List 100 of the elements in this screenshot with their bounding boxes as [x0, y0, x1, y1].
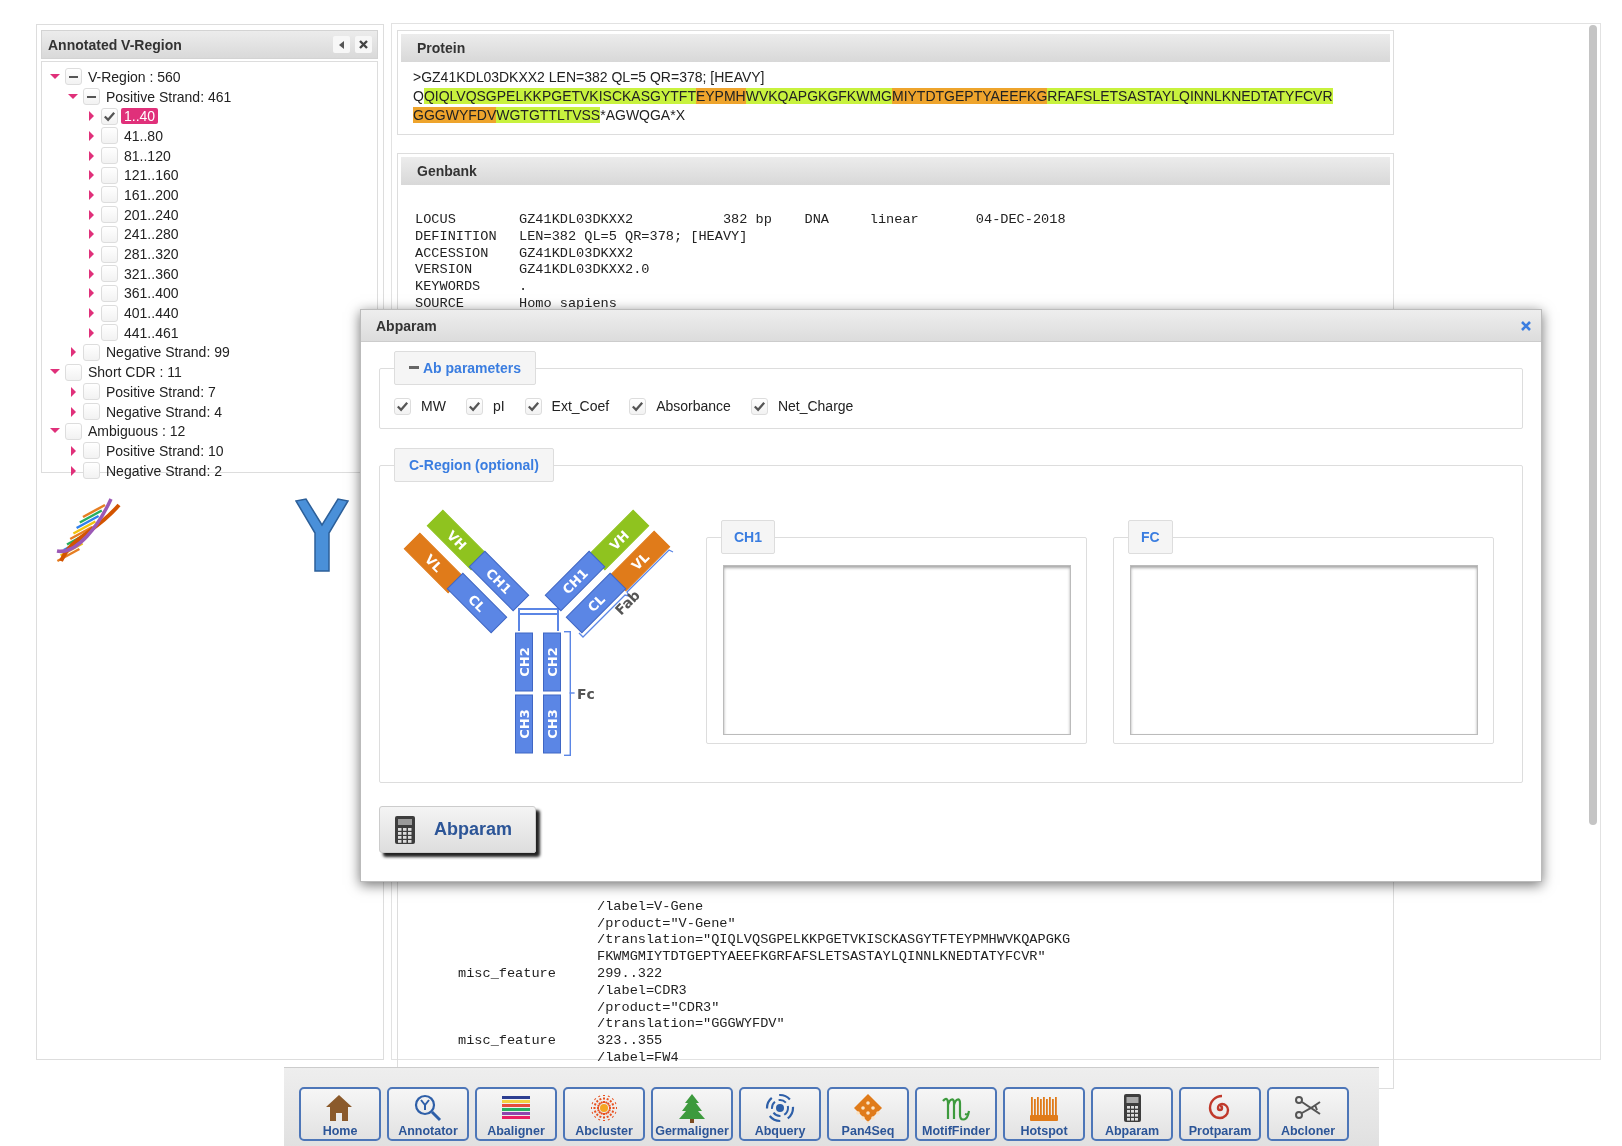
genbank-key: ACCESSION: [415, 245, 519, 263]
tree-item[interactable]: Positive Strand: 461: [103, 88, 235, 105]
dialog-title: Abparam: [376, 317, 437, 334]
tree-item[interactable]: 161..200: [121, 186, 182, 203]
tree-item[interactable]: 1..40: [121, 108, 159, 125]
checkbox[interactable]: [101, 265, 118, 283]
caret-down-icon[interactable]: [68, 91, 78, 102]
checkbox[interactable]: [83, 88, 100, 106]
checkbox[interactable]: [101, 284, 118, 302]
checkbox[interactable]: [101, 304, 118, 322]
genbank-value: Homo sapiens: [519, 296, 617, 313]
checkbox[interactable]: [101, 127, 118, 145]
checkbox[interactable]: [750, 397, 768, 415]
checkbox-label: Absorbance: [656, 398, 731, 414]
caret-down-icon[interactable]: [50, 71, 60, 82]
collapse-button[interactable]: [333, 36, 350, 53]
genbank-key: KEYWORDS: [415, 279, 519, 296]
checkbox[interactable]: [101, 245, 118, 263]
tree-item[interactable]: 361..400: [121, 285, 182, 302]
tree-item[interactable]: 441..461: [121, 324, 182, 341]
toolbar-button[interactable]: Abquery: [739, 1087, 821, 1141]
checkbox[interactable]: [101, 186, 118, 204]
genbank-key: misc_feature: [458, 965, 597, 983]
toolbar-button[interactable]: Abcluster: [563, 1087, 645, 1141]
caret-right-icon[interactable]: [86, 170, 96, 181]
tree-item[interactable]: 281..320: [121, 246, 182, 263]
section-legend: FC: [1128, 520, 1173, 554]
caret-right-icon[interactable]: [86, 111, 96, 122]
checkbox[interactable]: [524, 397, 542, 415]
tree-item[interactable]: Short CDR : 11: [85, 364, 185, 381]
tree-item[interactable]: Negative Strand: 2: [103, 462, 225, 479]
caret-right-icon[interactable]: [86, 189, 96, 200]
caret-right-icon[interactable]: [86, 150, 96, 161]
toolbar-button[interactable]: Hotspot: [1003, 1087, 1085, 1141]
genbank-key: VERSION: [415, 262, 519, 280]
section-legend: CH1: [721, 520, 775, 554]
tree-item[interactable]: 121..160: [121, 167, 182, 184]
checkbox[interactable]: [65, 422, 82, 440]
checkbox[interactable]: [101, 225, 118, 243]
checkbox[interactable]: [394, 397, 411, 415]
tree-item[interactable]: Ambiguous : 12: [85, 423, 189, 440]
input-field[interactable]: [1130, 565, 1478, 735]
checkbox[interactable]: [465, 397, 483, 415]
toolbar-button[interactable]: Abcloner: [1267, 1087, 1349, 1141]
scrollbar-thumb[interactable]: [1589, 25, 1597, 825]
checkbox-label: Ext_Coef: [551, 398, 610, 414]
caret-right-icon[interactable]: [68, 406, 78, 417]
caret-right-icon[interactable]: [86, 288, 96, 299]
checkbox[interactable]: [101, 324, 118, 342]
tree-item[interactable]: Negative Strand: 99: [103, 344, 233, 361]
tree-item[interactable]: 41..80: [121, 127, 166, 144]
toolbar-button[interactable]: Protparam: [1179, 1087, 1261, 1141]
section-toggle[interactable]: Ab parameters: [394, 351, 537, 385]
caret-right-icon[interactable]: [68, 386, 78, 397]
tree-item[interactable]: Positive Strand: 7: [103, 383, 219, 400]
toolbar-button[interactable]: Pan4Seq: [827, 1087, 909, 1141]
caret-right-icon[interactable]: [86, 249, 96, 260]
checkbox[interactable]: [101, 206, 118, 224]
checkbox[interactable]: [629, 397, 647, 415]
checkbox[interactable]: [83, 383, 100, 401]
caret-right-icon[interactable]: [86, 327, 96, 338]
caret-right-icon[interactable]: [86, 308, 96, 319]
caret-right-icon[interactable]: [86, 130, 96, 141]
checkbox[interactable]: [83, 343, 100, 361]
toolbar-button[interactable]: Abaligner: [475, 1087, 557, 1141]
checkbox[interactable]: [101, 107, 118, 125]
input-field[interactable]: [723, 565, 1071, 735]
abparam-button[interactable]: Abparam: [379, 806, 536, 853]
checkbox[interactable]: [65, 363, 82, 381]
tree-item[interactable]: 81..120: [121, 147, 174, 164]
caret-right-icon[interactable]: [68, 445, 78, 456]
checkbox[interactable]: [83, 462, 100, 480]
toolbar-button[interactable]: Annotator: [387, 1087, 469, 1141]
close-icon[interactable]: [1521, 320, 1531, 331]
tree-item[interactable]: 201..240: [121, 206, 182, 223]
checkbox[interactable]: [83, 442, 100, 460]
toolbar-button[interactable]: Abparam: [1091, 1087, 1173, 1141]
toolbar-button[interactable]: Germaligner: [651, 1087, 733, 1141]
antibody-domain: CH2: [515, 632, 533, 692]
genbank-value: /label=V-Gene: [597, 898, 704, 916]
caret-right-icon[interactable]: [86, 229, 96, 240]
checkbox[interactable]: [101, 166, 118, 184]
tree-item[interactable]: 321..360: [121, 265, 182, 282]
tree-item[interactable]: Negative Strand: 4: [103, 403, 225, 420]
toolbar-button[interactable]: MotifFinder: [915, 1087, 997, 1141]
tree-item[interactable]: Positive Strand: 10: [103, 442, 227, 459]
caret-right-icon[interactable]: [68, 347, 78, 358]
checkbox[interactable]: [101, 147, 118, 165]
caret-right-icon[interactable]: [86, 268, 96, 279]
caret-right-icon[interactable]: [86, 209, 96, 220]
sequence-header: >GZ41KDL03DKXX2 LEN=382 QL=5 QR=378; [HEAVY]: [413, 68, 766, 87]
tree-item[interactable]: 241..280: [121, 226, 182, 243]
tree-item[interactable]: 401..440: [121, 305, 182, 322]
toolbar-button[interactable]: Home: [299, 1087, 381, 1141]
caret-right-icon[interactable]: [68, 465, 78, 476]
tree-item[interactable]: V-Region : 560: [85, 68, 184, 85]
checkbox[interactable]: [83, 403, 100, 421]
triangle-left-icon: [338, 39, 345, 50]
checkbox[interactable]: [65, 68, 82, 86]
close-button[interactable]: [355, 36, 372, 53]
